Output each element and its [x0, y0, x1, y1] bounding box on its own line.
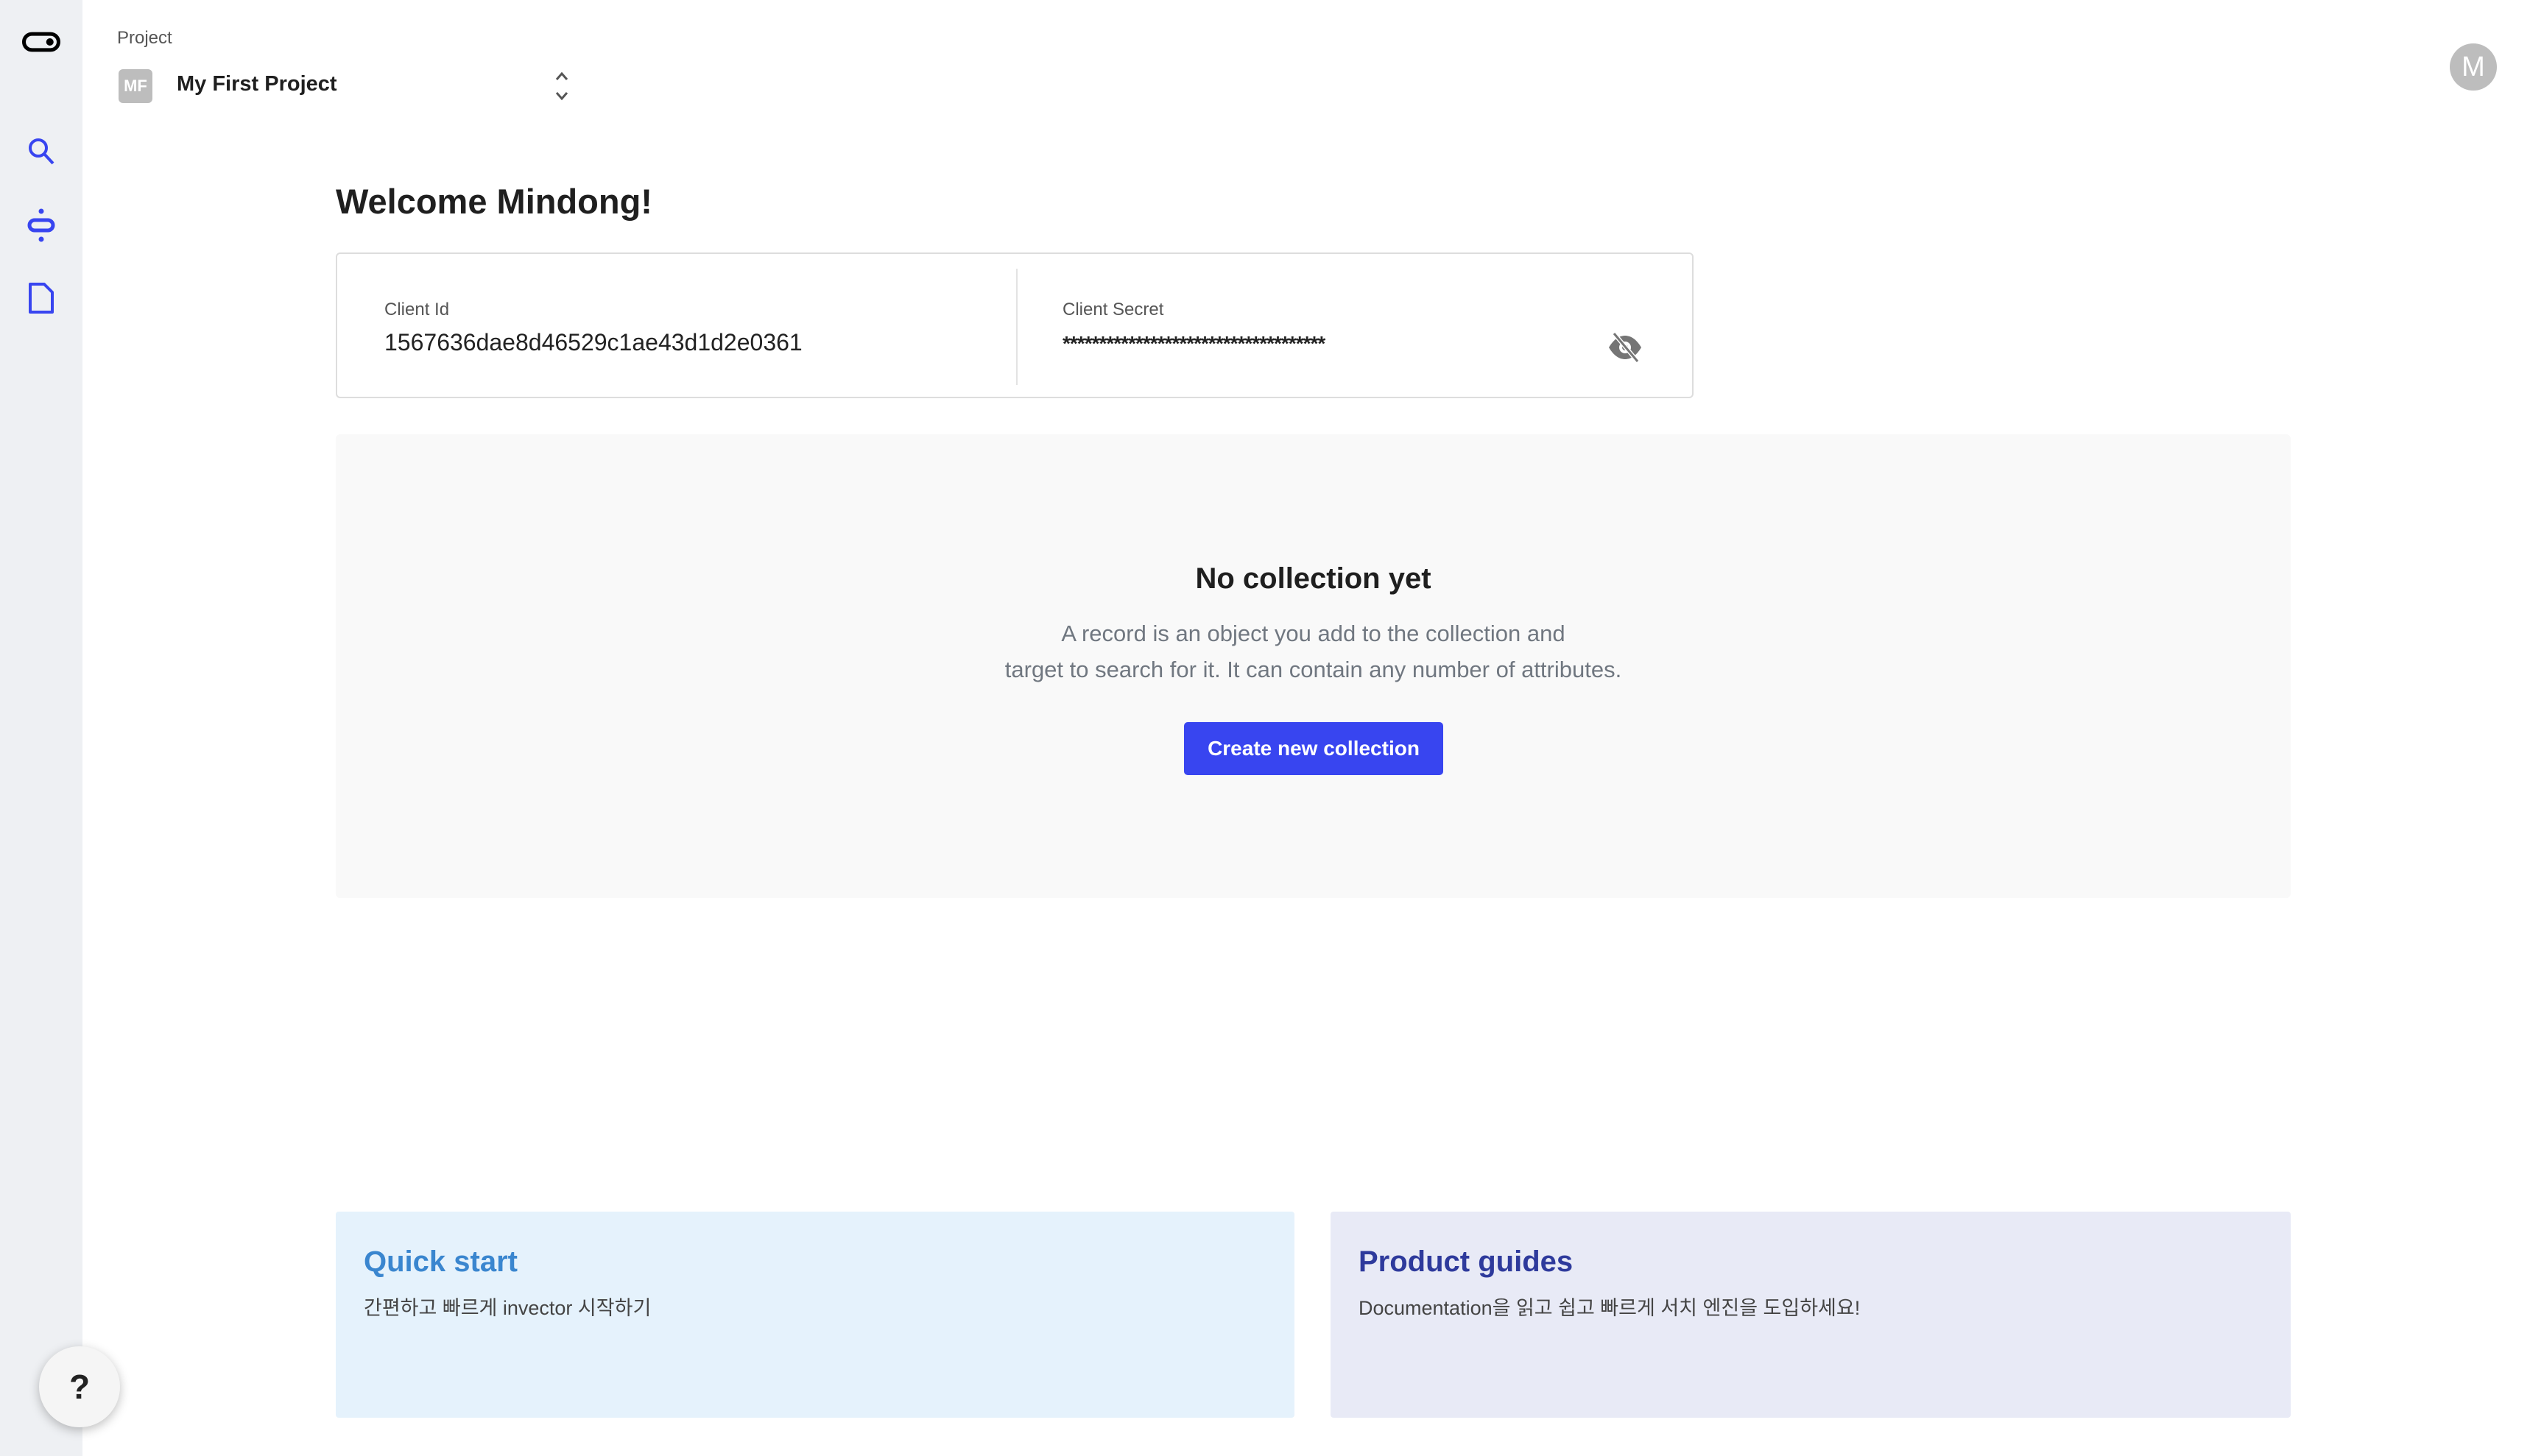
- search-icon[interactable]: [22, 132, 60, 170]
- document-icon[interactable]: [22, 279, 60, 317]
- project-label: Project: [117, 28, 172, 48]
- project-avatar: MF: [119, 69, 152, 103]
- credentials-card: Client Id 1567636dae8d46529c1ae43d1d2e03…: [336, 252, 1694, 398]
- client-id-value[interactable]: 1567636dae8d46529c1ae43d1d2e0361: [384, 329, 803, 356]
- product-guides-card[interactable]: Product guides Documentation을 읽고 쉽고 빠르게 …: [1331, 1212, 2291, 1418]
- client-secret-value[interactable]: ************************************: [1063, 332, 1325, 356]
- eye-off-icon[interactable]: [1607, 331, 1643, 367]
- card-subtitle: Documentation을 읽고 쉽고 빠르게 서치 엔진을 도입하세요!: [1359, 1297, 1861, 1319]
- help-button[interactable]: ?: [39, 1346, 120, 1427]
- page-title: Welcome Mindong!: [336, 182, 652, 221]
- card-title: Quick start: [364, 1245, 518, 1278]
- empty-description: A record is an object you add to the col…: [336, 615, 2291, 688]
- card-subtitle: 간편하고 빠르게 invector 시작하기: [364, 1297, 652, 1319]
- empty-collection-panel: No collection yet A record is an object …: [336, 434, 2291, 898]
- client-id-label: Client Id: [384, 300, 450, 319]
- link-icon[interactable]: [22, 206, 60, 244]
- chevron-up-down-icon[interactable]: [551, 69, 573, 103]
- project-name[interactable]: My First Project: [177, 72, 337, 96]
- create-collection-button[interactable]: Create new collection: [1184, 722, 1443, 775]
- card-title: Product guides: [1359, 1245, 1574, 1278]
- sidebar: [0, 0, 82, 1456]
- empty-desc-line: target to search for it. It can contain …: [1004, 657, 1622, 682]
- divider: [1016, 269, 1018, 385]
- empty-title: No collection yet: [1195, 562, 1431, 595]
- user-avatar[interactable]: M: [2450, 43, 2497, 91]
- client-secret-label: Client Secret: [1063, 300, 1164, 319]
- quick-start-card[interactable]: Quick start 간편하고 빠르게 invector 시작하기: [336, 1212, 1294, 1418]
- empty-desc-line: A record is an object you add to the col…: [1061, 621, 1565, 646]
- logo-toggle-icon[interactable]: [22, 23, 60, 61]
